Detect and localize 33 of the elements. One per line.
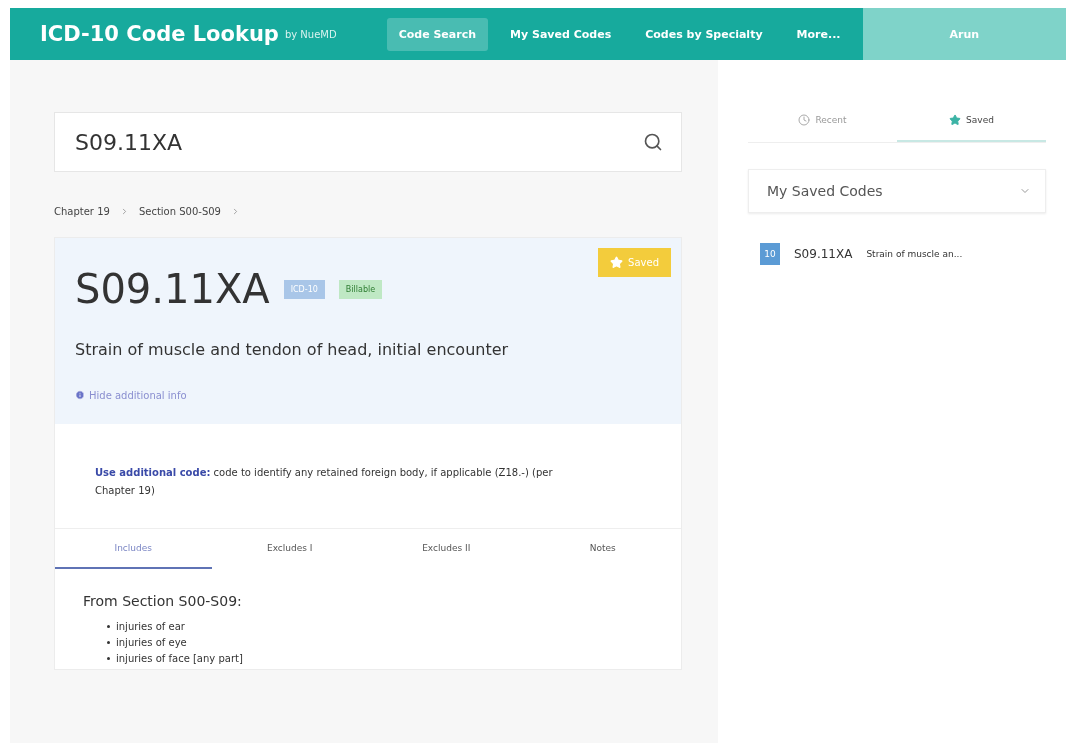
tab[interactable]: Excludes I	[211, 529, 368, 569]
search-field[interactable]: S09.11XA	[73, 128, 643, 156]
code-tag: 10	[760, 243, 780, 265]
code-description: Strain of muscle and tendon of head, initial encounter	[75, 340, 510, 359]
includes-heading: From Section S00-S09:	[83, 593, 243, 609]
byline: by NueMD	[284, 28, 337, 40]
star-icon	[949, 114, 962, 126]
search-icon[interactable]	[643, 132, 663, 152]
saved-code-description: Strain of muscle an...	[866, 249, 963, 259]
app-title: ICD-10 Code Lookup	[39, 22, 279, 46]
tab[interactable]: Notes	[524, 529, 681, 569]
bullet-icon	[107, 657, 110, 660]
clock-icon	[798, 114, 811, 126]
star-icon	[610, 256, 624, 269]
breadcrumb-link[interactable]: Chapter 19	[54, 206, 110, 217]
tab[interactable]: Includes	[55, 529, 212, 569]
code-tag: Billable	[338, 279, 383, 299]
sidebar-tab[interactable]: Saved	[897, 100, 1046, 142]
saved-code[interactable]: S09.11XA	[794, 247, 853, 261]
list-item: injuries of ear	[116, 621, 185, 632]
bullet-icon	[107, 641, 110, 644]
list-item: injuries of eye	[116, 637, 187, 648]
bullet-icon	[107, 625, 110, 628]
code-title: S09.11XA	[75, 266, 270, 312]
saved-codes-dropdown[interactable]: My Saved Codes	[748, 169, 1046, 213]
code-tag: ICD-10	[283, 279, 325, 299]
tab[interactable]: Excludes II	[368, 529, 525, 569]
chevron-icon	[231, 207, 240, 216]
search-box[interactable]: S09.11XA	[54, 112, 682, 172]
usage-note: Use additional code: code to identify any retained foreign body, if applicable (Z18.-) (per Chapter 19)	[55, 424, 681, 529]
breadcrumb-link[interactable]: Section S00-S09	[138, 206, 221, 217]
list-item: injuries of face [any part]	[116, 653, 243, 664]
info-icon	[75, 390, 85, 400]
